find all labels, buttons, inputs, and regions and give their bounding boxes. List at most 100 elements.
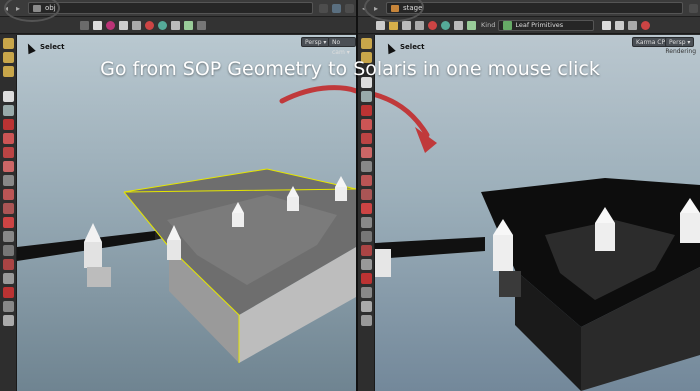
kind-dropdown[interactable]: Leaf Primitives — [498, 19, 595, 31]
right-scene-view: ◂ ▸ stage Kind Leaf Primitives Select Ka… — [358, 0, 700, 391]
forward-arrow-icon[interactable]: ▸ — [12, 4, 24, 13]
magnet-icon[interactable] — [3, 189, 14, 200]
extra-tool-icon[interactable] — [361, 315, 372, 326]
right-viewport[interactable]: Select Karma CPU Persp ▾ Rendering — [375, 35, 700, 391]
brush-icon[interactable] — [402, 20, 411, 30]
sphere-icon[interactable] — [441, 20, 450, 30]
select-box-icon[interactable] — [93, 20, 102, 30]
right-scene-geometry — [375, 92, 700, 391]
measure-icon[interactable] — [3, 231, 14, 242]
transform-icon[interactable] — [361, 105, 372, 116]
layout2-icon[interactable] — [361, 52, 372, 63]
layout3-icon[interactable] — [3, 66, 14, 77]
light-icon[interactable] — [628, 20, 638, 30]
record-icon[interactable] — [641, 20, 651, 30]
snap-icon[interactable] — [171, 20, 180, 30]
misc-tool-icon[interactable] — [361, 301, 372, 312]
settings-icon[interactable] — [345, 3, 354, 13]
left-path-field[interactable]: obj — [28, 2, 313, 14]
right-pier — [375, 237, 485, 259]
right-tower-1 — [375, 249, 391, 277]
pin-icon[interactable] — [319, 3, 328, 13]
right-path-bar: ◂ ▸ stage — [358, 0, 700, 17]
snap-icon[interactable] — [454, 20, 463, 30]
display-tool-icon[interactable] — [361, 287, 372, 298]
target-icon[interactable] — [145, 20, 154, 30]
brush-icon[interactable] — [119, 20, 128, 30]
camera-tool-icon[interactable] — [361, 245, 372, 256]
measure-icon[interactable] — [361, 217, 372, 228]
select-arrow-icon[interactable] — [361, 77, 372, 88]
left-path-bar: ◂ ▸ obj — [0, 0, 356, 17]
info-icon[interactable] — [3, 245, 14, 256]
right-toolbar: Kind Leaf Primitives — [358, 17, 700, 34]
lop-icon[interactable] — [389, 20, 398, 30]
grid-icon[interactable] — [184, 20, 193, 30]
pose-icon[interactable] — [3, 161, 14, 172]
paint-icon[interactable] — [132, 20, 141, 30]
render-tool-icon[interactable] — [361, 273, 372, 284]
layout-icon[interactable] — [3, 38, 14, 49]
transform-icon[interactable] — [3, 119, 14, 130]
paint-icon[interactable] — [415, 20, 424, 30]
lock-icon[interactable] — [361, 91, 372, 102]
select-box-icon[interactable] — [376, 20, 385, 30]
grid-icon[interactable] — [467, 20, 476, 30]
target-icon[interactable] — [428, 20, 437, 30]
scale-icon[interactable] — [361, 133, 372, 144]
handle-icon[interactable] — [197, 20, 206, 30]
right-tower-2 — [493, 235, 513, 271]
layout-icon[interactable] — [361, 38, 372, 49]
left-tower-1-roof — [84, 223, 102, 242]
light-tool-icon[interactable] — [361, 259, 372, 270]
left-toolbar — [0, 17, 356, 34]
rotate-icon[interactable] — [361, 119, 372, 130]
misc-tool-icon[interactable] — [3, 315, 14, 326]
left-tower-5-roof — [335, 176, 347, 187]
stage-icon — [391, 4, 399, 12]
left-tower-base — [87, 267, 111, 287]
handle-tool-icon[interactable] — [361, 203, 372, 214]
screenshot-root: ◂ ▸ obj Select Persp ▾ No cam ▾ ◂ ▸ stag… — [0, 0, 700, 391]
scale-icon[interactable] — [3, 147, 14, 158]
display-icon[interactable] — [602, 20, 612, 30]
view-icon[interactable] — [80, 20, 89, 30]
camera-icon[interactable] — [615, 20, 625, 30]
right-path-field[interactable]: stage — [386, 2, 683, 14]
link-icon[interactable] — [332, 3, 341, 13]
forward-arrow-icon[interactable]: ▸ — [370, 4, 382, 13]
snap-tool-icon[interactable] — [3, 203, 14, 214]
display-tool-icon[interactable] — [3, 301, 14, 312]
sphere-icon[interactable] — [158, 20, 167, 30]
snap-tool-icon[interactable] — [361, 189, 372, 200]
lock-icon[interactable] — [3, 105, 14, 116]
view-tool-icon[interactable] — [361, 161, 372, 172]
render-tool-icon[interactable] — [3, 287, 14, 298]
left-tool-sidebar — [0, 35, 17, 391]
back-arrow-icon[interactable]: ◂ — [358, 4, 370, 13]
back-arrow-icon[interactable]: ◂ — [0, 4, 12, 13]
info-icon[interactable] — [361, 231, 372, 242]
handle-tool-icon[interactable] — [3, 217, 14, 228]
left-tower-1 — [84, 242, 102, 268]
magnet-icon[interactable] — [361, 175, 372, 186]
right-tower-base — [499, 271, 521, 297]
layout2-icon[interactable] — [3, 52, 14, 63]
view-tool-icon[interactable] — [3, 175, 14, 186]
right-tower-4 — [680, 213, 700, 243]
left-tower-4 — [287, 197, 299, 211]
left-scene-geometry — [17, 85, 356, 363]
kind-label: Kind — [481, 21, 496, 29]
left-path-text: obj — [45, 4, 56, 12]
right-tool-sidebar — [358, 35, 375, 391]
rotate-icon[interactable] — [3, 133, 14, 144]
left-viewport[interactable]: Select Persp ▾ No cam ▾ — [17, 35, 356, 391]
lasso-icon[interactable] — [106, 20, 115, 30]
light-tool-icon[interactable] — [3, 273, 14, 284]
select-arrow-icon[interactable] — [3, 91, 14, 102]
right-red-arrow-stroke — [375, 92, 430, 138]
camera-tool-icon[interactable] — [3, 259, 14, 270]
left-tower-3 — [232, 213, 244, 227]
pin-icon[interactable] — [689, 3, 698, 13]
pose-icon[interactable] — [361, 147, 372, 158]
